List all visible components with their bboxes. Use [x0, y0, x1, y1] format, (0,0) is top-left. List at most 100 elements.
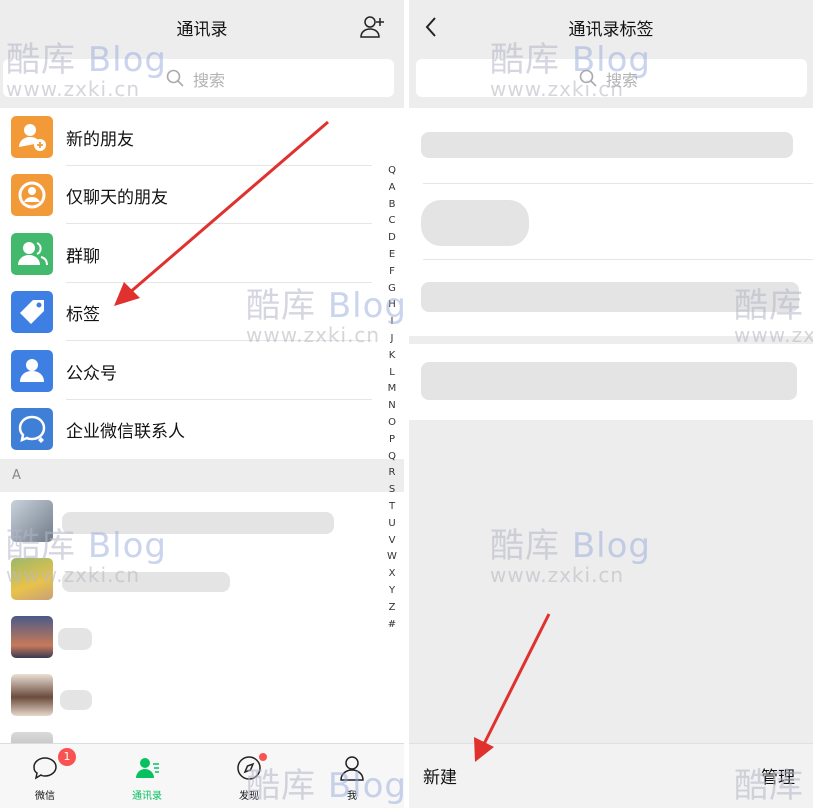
tab-bar: 1 微信 通讯录 发现 我: [0, 743, 404, 808]
blurred-tag: [421, 200, 529, 246]
menu-chat-only-friends[interactable]: 仅聊天的朋友: [0, 166, 372, 224]
avatar: [11, 558, 53, 600]
search-icon: [579, 69, 597, 87]
person-icon: [340, 756, 364, 781]
blurred-name: [62, 512, 334, 534]
index-letter[interactable]: #: [383, 617, 401, 634]
tab-label: 发现: [239, 791, 259, 802]
index-letter[interactable]: Y: [383, 583, 401, 600]
menu-group-chats[interactable]: 群聊: [0, 225, 372, 283]
group-chat-icon: [11, 233, 53, 275]
contacts-icon: [136, 758, 159, 778]
blurred-tag: [421, 362, 797, 400]
index-letter[interactable]: T: [383, 499, 401, 516]
tab-chats[interactable]: 1 微信: [10, 744, 80, 808]
search-input[interactable]: 搜索: [3, 59, 394, 97]
menu-label: 仅聊天的朋友: [66, 188, 168, 208]
index-letter[interactable]: M: [383, 381, 401, 398]
avatar: [11, 500, 53, 542]
index-letter[interactable]: U: [383, 516, 401, 533]
section-letter: A: [12, 468, 21, 483]
index-letter[interactable]: J: [383, 331, 401, 348]
avatar: [11, 674, 53, 716]
index-letter[interactable]: R: [383, 465, 401, 482]
contacts-screen: 通讯录 搜索 新的朋友 仅聊天的朋友 群聊 标签 公众号 企业微信联系人 A Q…: [0, 0, 404, 808]
menu-tags[interactable]: 标签: [0, 283, 372, 341]
blurred-tag: [421, 282, 799, 312]
tab-me[interactable]: 我: [317, 744, 387, 808]
index-letter[interactable]: Q: [383, 449, 401, 466]
index-letter[interactable]: B: [383, 197, 401, 214]
tab-discover[interactable]: 发现: [214, 744, 284, 808]
tab-label: 微信: [35, 791, 55, 802]
index-letter[interactable]: O: [383, 415, 401, 432]
tab-contacts[interactable]: 通讯录: [112, 744, 182, 808]
menu-official-accounts[interactable]: 公众号: [0, 342, 372, 400]
compass-icon: [237, 756, 261, 780]
index-letter[interactable]: D: [383, 230, 401, 247]
search-placeholder: 搜索: [193, 71, 226, 90]
blurred-name: [62, 572, 230, 592]
menu-label: 企业微信联系人: [66, 422, 185, 442]
menu-work-contacts[interactable]: 企业微信联系人: [0, 400, 372, 458]
function-list: 新的朋友 仅聊天的朋友 群聊 标签 公众号 企业微信联系人: [0, 108, 404, 459]
index-letter[interactable]: V: [383, 533, 401, 550]
page-title: 通讯录: [176, 20, 228, 40]
contact-tags-screen: 通讯录标签 搜索 新建 管理: [409, 0, 813, 808]
contact-row[interactable]: [0, 608, 404, 666]
menu-label: 公众号: [66, 364, 117, 384]
tag-icon: [11, 291, 53, 333]
index-letter[interactable]: L: [383, 365, 401, 382]
search-input[interactable]: 搜索: [416, 59, 807, 97]
alphabet-index[interactable]: Q A B C D E F G H I J K L M N O P Q R S T U V W X Y Z #: [383, 163, 401, 633]
tag-row[interactable]: [409, 260, 813, 336]
index-letter[interactable]: I: [383, 314, 401, 331]
section-header-a: A: [0, 459, 404, 492]
blurred-tag: [421, 132, 793, 158]
new-tag-button[interactable]: 新建: [423, 763, 457, 788]
work-contact-icon: [11, 408, 53, 450]
index-letter[interactable]: P: [383, 432, 401, 449]
menu-label: 群聊: [66, 247, 100, 267]
blurred-name: [58, 628, 92, 650]
contact-row[interactable]: [0, 550, 404, 608]
index-letter[interactable]: A: [383, 180, 401, 197]
contacts-navbar: 通讯录: [0, 0, 404, 55]
tab-label: 我: [347, 791, 357, 802]
index-letter[interactable]: K: [383, 348, 401, 365]
tag-row[interactable]: [409, 108, 813, 184]
index-letter[interactable]: Q: [383, 163, 401, 180]
new-dot: [259, 753, 267, 761]
index-letter[interactable]: Z: [383, 600, 401, 617]
index-letter[interactable]: S: [383, 482, 401, 499]
official-account-icon: [11, 350, 53, 392]
chat-bubble-icon: [33, 757, 57, 780]
tags-bottom-bar: 新建 管理: [409, 743, 813, 808]
new-friend-icon: [11, 116, 53, 158]
index-letter[interactable]: N: [383, 398, 401, 415]
index-letter[interactable]: C: [383, 213, 401, 230]
menu-label: 新的朋友: [66, 130, 134, 150]
contact-row[interactable]: [0, 666, 404, 724]
page-title: 通讯录标签: [568, 20, 654, 40]
contact-row[interactable]: [0, 492, 404, 550]
avatar: [11, 616, 53, 658]
add-friend-icon[interactable]: [360, 14, 386, 40]
manage-tags-button[interactable]: 管理: [761, 763, 795, 788]
unread-badge: 1: [58, 748, 76, 766]
tag-row[interactable]: [409, 184, 813, 260]
search-icon: [166, 69, 184, 87]
tags-navbar: 通讯录标签: [409, 0, 813, 55]
search-placeholder: 搜索: [606, 71, 639, 90]
blurred-name: [60, 690, 92, 710]
chat-only-friend-icon: [11, 174, 53, 216]
index-letter[interactable]: H: [383, 297, 401, 314]
index-letter[interactable]: F: [383, 264, 401, 281]
index-letter[interactable]: X: [383, 566, 401, 583]
index-letter[interactable]: G: [383, 281, 401, 298]
index-letter[interactable]: E: [383, 247, 401, 264]
index-letter[interactable]: W: [383, 549, 401, 566]
tab-label: 通讯录: [132, 791, 162, 802]
menu-new-friends[interactable]: 新的朋友: [0, 108, 372, 166]
tag-row[interactable]: [409, 344, 813, 420]
